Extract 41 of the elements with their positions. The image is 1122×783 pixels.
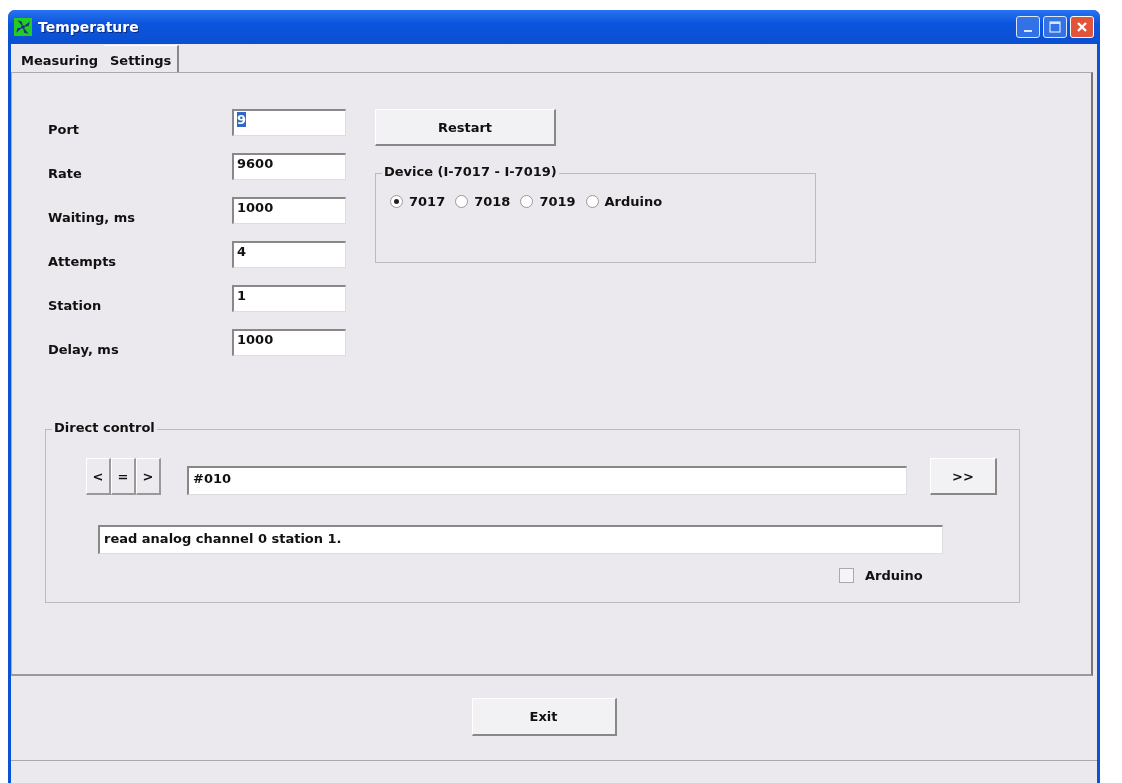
input-field[interactable]: 9600 [232,153,346,180]
window-title: Temperature [38,19,139,35]
radio-button[interactable] [390,195,403,208]
radio-label: 7017 [409,194,446,209]
exit-button[interactable]: Exit [471,698,617,736]
input-field[interactable]: 1000 [232,329,346,356]
send-button[interactable]: >> [930,458,997,495]
checkbox[interactable] [839,568,854,583]
group-title: Device (I-7017 - I-7019) [382,164,559,179]
radio-button[interactable] [520,195,534,208]
input-field[interactable]: 1 [232,285,346,312]
group-title: Direct control [52,420,157,435]
tab[interactable]: Settings [103,45,180,72]
field-label: Station [48,297,103,313]
radio-label: 7019 [539,194,576,209]
close-button[interactable] [1070,16,1094,38]
nav-button[interactable]: = [111,458,136,495]
description-field[interactable]: read analog channel 0 station 1. [98,525,943,554]
radio-label: Arduino [604,194,663,209]
radio-button[interactable] [585,195,599,208]
field-label: Rate [48,165,83,181]
field-label: Waiting, ms [48,209,137,225]
radio-button[interactable] [455,195,469,208]
input-field[interactable]: 1000 [232,197,346,224]
minimize-icon [1024,30,1032,32]
field-label: Delay, ms [48,341,120,357]
nav-button[interactable]: > [136,458,161,495]
close-icon [1076,21,1088,33]
field-label: Port [48,121,81,137]
maximize-button[interactable] [1043,16,1067,38]
restart-button[interactable]: Restart [375,109,556,146]
field-label: Attempts [48,253,118,269]
input-field[interactable]: 9 [232,109,346,136]
fan-icon [14,18,32,36]
radio-label: 7018 [474,194,511,209]
minimize-button[interactable] [1016,16,1040,38]
input-field[interactable]: 4 [232,241,346,268]
command-field[interactable]: #010 [187,466,907,495]
maximize-icon [1049,21,1061,33]
nav-button[interactable]: < [86,458,111,495]
checkbox-label: Arduino [865,568,923,583]
